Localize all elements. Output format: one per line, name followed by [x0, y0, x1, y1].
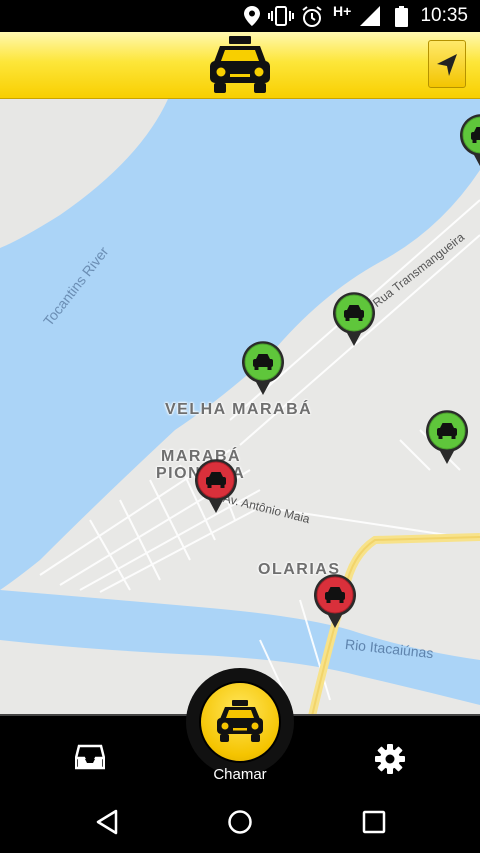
signal-icon — [360, 6, 380, 26]
taxi-marker-available[interactable] — [331, 291, 377, 347]
taxi-marker-available[interactable] — [458, 113, 480, 169]
taxi-marker-busy[interactable] — [193, 458, 239, 514]
vibrate-icon — [268, 6, 294, 26]
network-type: H+ — [333, 3, 352, 19]
inbox-icon[interactable] — [75, 744, 105, 770]
status-time: 10:35 — [420, 5, 468, 26]
call-taxi-button[interactable] — [199, 681, 281, 763]
taxi-icon — [217, 700, 263, 742]
taxi-icon — [210, 36, 270, 93]
status-bar: H+ 10:35 — [0, 0, 480, 32]
neighborhood-label-velha-maraba: VELHA MARABÁ — [165, 401, 313, 418]
call-button-label: Chamar — [213, 766, 267, 783]
gear-icon[interactable] — [374, 743, 406, 775]
recents-icon[interactable] — [362, 810, 386, 834]
system-nav-bar — [0, 790, 480, 853]
taxi-marker-busy[interactable] — [312, 573, 358, 629]
location-icon — [244, 6, 260, 26]
taxi-marker-available[interactable] — [240, 340, 286, 396]
locate-button[interactable] — [428, 40, 466, 88]
app-header — [0, 32, 480, 100]
alarm-icon — [302, 6, 322, 27]
map-view[interactable]: Tocantins River Rua Transmangueira VELHA… — [0, 99, 480, 716]
navigation-arrow-icon — [437, 54, 457, 76]
battery-icon — [395, 6, 408, 27]
home-icon[interactable] — [227, 809, 253, 835]
back-icon[interactable] — [95, 809, 119, 835]
taxi-marker-available[interactable] — [424, 409, 470, 465]
